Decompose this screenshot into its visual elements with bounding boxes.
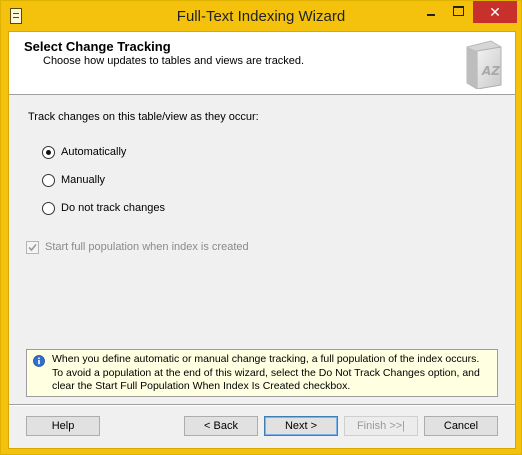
page-title: Select Change Tracking xyxy=(24,39,171,54)
svg-text:AZ: AZ xyxy=(481,64,500,78)
cancel-button[interactable]: Cancel xyxy=(424,416,498,436)
tracking-prompt: Track changes on this table/view as they… xyxy=(28,111,259,123)
book-az-icon: AZ xyxy=(466,40,502,89)
info-text: When you define automatic or manual chan… xyxy=(52,353,480,392)
close-icon: ✕ xyxy=(489,4,501,20)
radio-automatically-label[interactable]: Automatically xyxy=(61,146,126,158)
minimize-icon xyxy=(427,14,435,16)
back-button[interactable]: < Back xyxy=(184,416,258,436)
finish-button: Finish >>| xyxy=(344,416,418,436)
checkmark-icon xyxy=(28,243,37,252)
wizard-client-area: Select Change Tracking Choose how update… xyxy=(8,31,516,449)
close-button[interactable]: ✕ xyxy=(473,1,517,23)
radio-do-not-track-label[interactable]: Do not track changes xyxy=(61,202,165,214)
radio-automatically[interactable] xyxy=(42,146,55,159)
next-button[interactable]: Next > xyxy=(264,416,338,436)
start-population-checkbox xyxy=(26,241,39,254)
wizard-header: Select Change Tracking Choose how update… xyxy=(9,32,515,95)
button-separator xyxy=(9,404,515,406)
page-subtitle: Choose how updates to tables and views a… xyxy=(43,55,305,67)
maximize-icon xyxy=(453,6,464,16)
wizard-window: Full-Text Indexing Wizard ✕ Select Chang… xyxy=(0,0,522,455)
help-button[interactable]: Help xyxy=(26,416,100,436)
radio-manually-label[interactable]: Manually xyxy=(61,174,105,186)
radio-manually[interactable] xyxy=(42,174,55,187)
radio-do-not-track[interactable] xyxy=(42,202,55,215)
info-panel: When you define automatic or manual chan… xyxy=(26,349,498,397)
maximize-button[interactable] xyxy=(445,1,471,23)
info-icon xyxy=(33,355,45,367)
start-population-label: Start full population when index is crea… xyxy=(45,241,249,253)
title-bar[interactable]: Full-Text Indexing Wizard ✕ xyxy=(1,1,521,31)
minimize-button[interactable] xyxy=(418,1,444,23)
